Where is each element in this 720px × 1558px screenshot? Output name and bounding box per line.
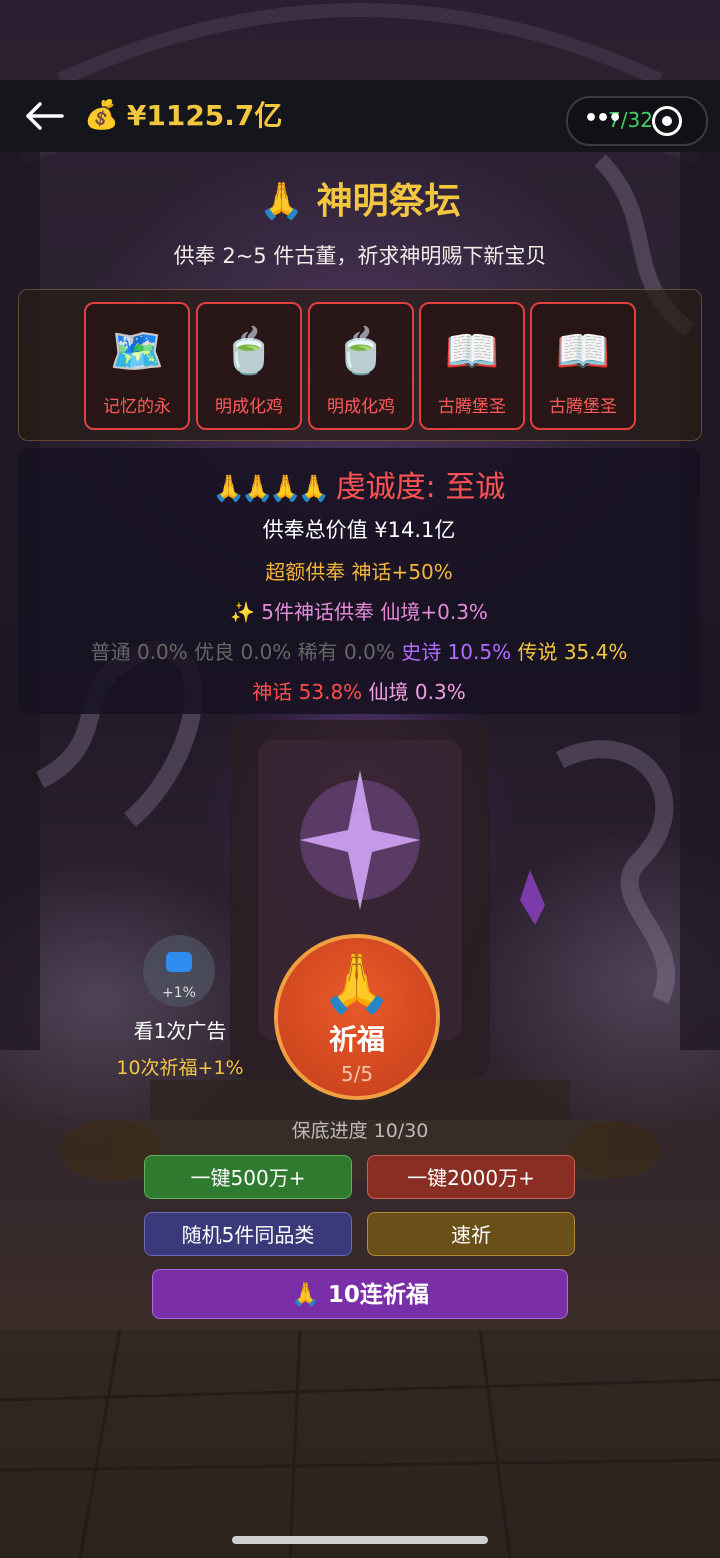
page-title: 🙏 神明祭坛 — [259, 181, 461, 222]
ad-bonus: +1% — [162, 985, 196, 1001]
money-value: ¥1125.7亿 — [126, 99, 283, 132]
prob-myth: 神话 53.8% — [252, 680, 363, 704]
top-bar: 💰 ¥1125.7亿 7/32 ••• — [0, 80, 720, 152]
prob-common: 普通 0.0% — [90, 640, 188, 664]
watch-ad-button[interactable]: +1% — [143, 935, 215, 1007]
home-indicator[interactable] — [232, 1536, 488, 1544]
piety-row: 🙏🙏🙏🙏 虔诚度: 至诚 — [18, 462, 700, 506]
ten-pull-button[interactable]: 🙏 10连祈福 — [152, 1269, 568, 1319]
tv-icon — [166, 952, 192, 972]
probability-row-2: 神话 53.8% 仙境 0.3% — [18, 676, 700, 705]
pray-label: 祈福 — [328, 1023, 385, 1056]
close-program-icon[interactable] — [652, 106, 682, 136]
more-menu-icon[interactable]: ••• — [584, 106, 622, 131]
offering-name: 记忆的永 — [103, 397, 171, 417]
offering-slot[interactable]: 🗺️ 记忆的永 — [84, 302, 190, 430]
pity-progress: 保底进度 10/30 — [291, 1120, 429, 1142]
chicken-cup-icon: 🍵 — [333, 326, 389, 377]
set-bonus: ✨ 5件神话供奉 仙境+0.3% — [230, 600, 488, 624]
prob-epic: 史诗 10.5% — [401, 640, 512, 664]
one-click-500w-button[interactable]: 一键500万+ — [144, 1155, 352, 1199]
one-click-2000w-button[interactable]: 一键2000万+ — [367, 1155, 575, 1199]
total-value: 供奉总价值 ¥14.1亿 — [262, 518, 456, 542]
praying-hands-icon: 🙏🙏🙏🙏 — [212, 474, 330, 504]
page-subtitle: 供奉 2~5 件古董，祈求神明赐下新宝贝 — [173, 244, 547, 268]
offering-slot[interactable]: 📖 古腾堡圣 — [530, 302, 636, 430]
offering-slot[interactable]: 📖 古腾堡圣 — [419, 302, 525, 430]
offering-panel: 🗺️ 记忆的永 🍵 明成化鸡 🍵 明成化鸡 📖 古腾堡圣 📖 古腾堡圣 — [18, 289, 702, 441]
ad-subtext: 10次祈福+1% — [116, 1057, 244, 1079]
offering-name: 古腾堡圣 — [438, 397, 506, 417]
bible-book-icon: 📖 — [555, 326, 611, 377]
temple-background — [0, 3, 720, 1558]
fast-pray-button[interactable]: 速祈 — [367, 1212, 575, 1256]
overpay-bonus: 超额供奉 神话+50% — [265, 560, 453, 584]
back-arrow-icon[interactable] — [22, 96, 66, 136]
prob-fairy: 仙境 0.3% — [368, 680, 466, 704]
money-display: 💰 ¥1125.7亿 — [84, 94, 282, 134]
probability-row-1: 普通 0.0% 优良 0.0% 稀有 0.0% 史诗 10.5% 传说 35.4… — [18, 636, 700, 665]
ad-label: 看1次广告 — [133, 1019, 227, 1043]
offering-name: 明成化鸡 — [215, 397, 283, 417]
praying-hands-icon: 🙏 — [320, 949, 394, 1017]
painting-icon: 🗺️ — [109, 326, 165, 377]
stats-panel: 🙏🙏🙏🙏 虔诚度: 至诚 供奉总价值 ¥14.1亿 超额供奉 神话+50% ✨ … — [18, 448, 700, 714]
prob-rare: 稀有 0.0% — [297, 640, 395, 664]
mini-program-capsule: 7/32 ••• — [566, 96, 708, 146]
bible-book-icon: 📖 — [444, 326, 500, 377]
pray-count: 5/5 — [340, 1062, 374, 1086]
offering-slot[interactable]: 🍵 明成化鸡 — [308, 302, 414, 430]
prob-good: 优良 0.0% — [194, 640, 292, 664]
chicken-cup-icon: 🍵 — [221, 326, 277, 377]
money-bag-icon: 💰 — [84, 97, 119, 131]
random-five-button[interactable]: 随机5件同品类 — [144, 1212, 352, 1256]
piety-level: 虔诚度: 至诚 — [335, 470, 506, 505]
offering-name: 古腾堡圣 — [549, 397, 617, 417]
offering-name: 明成化鸡 — [327, 397, 395, 417]
prob-legend: 传说 35.4% — [517, 640, 628, 664]
pray-button[interactable]: 🙏 祈福 5/5 — [274, 934, 440, 1100]
offering-slot[interactable]: 🍵 明成化鸡 — [196, 302, 302, 430]
